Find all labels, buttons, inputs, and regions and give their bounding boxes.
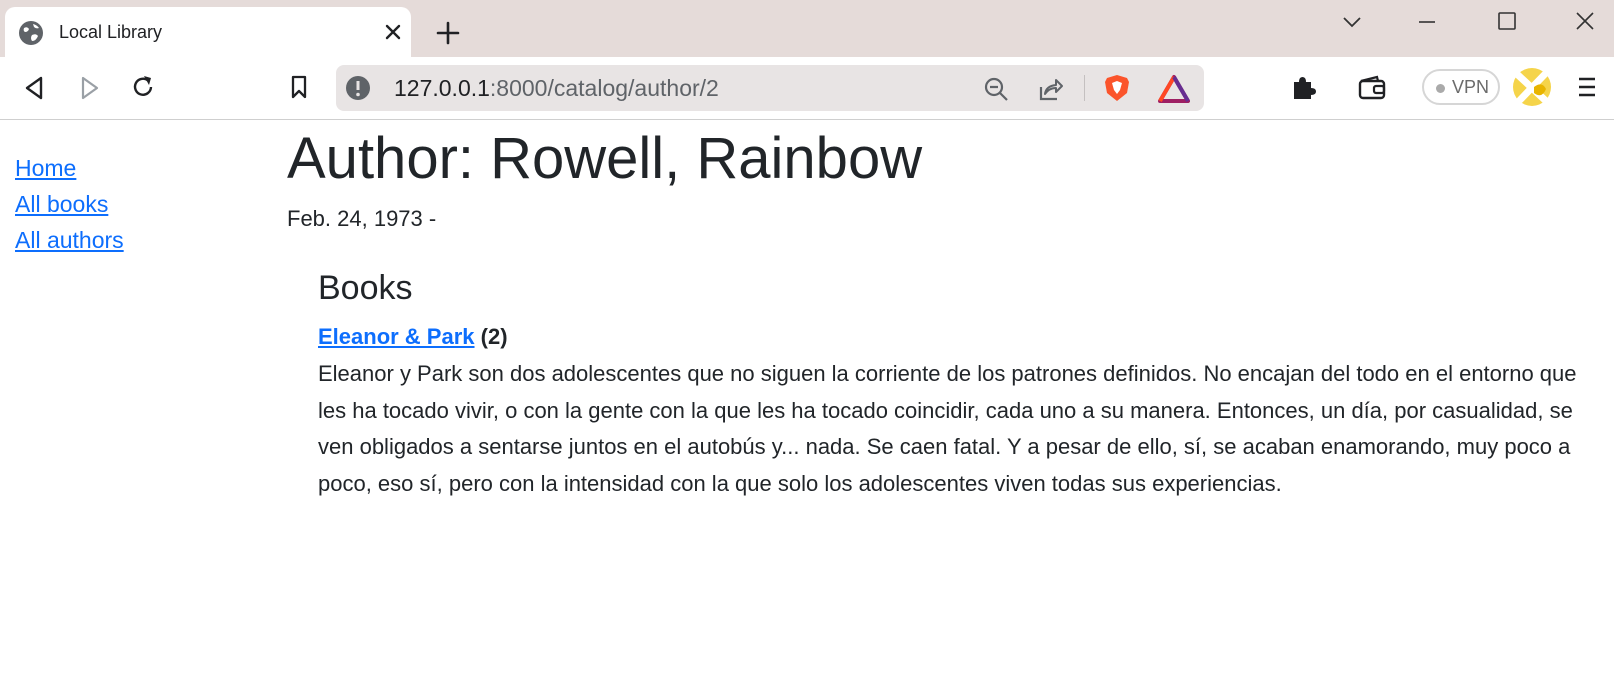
url-text[interactable]: 127.0.0.1:8000/catalog/author/2: [394, 75, 719, 101]
vpn-status-dot: [1436, 84, 1445, 93]
brave-shield-icon[interactable]: [1102, 73, 1132, 103]
book-summary: Eleanor y Park son dos adolescentes que …: [318, 361, 1577, 496]
close-window-icon[interactable]: [1571, 8, 1599, 36]
menu-icon[interactable]: [1573, 73, 1601, 101]
wallet-icon[interactable]: [1357, 73, 1387, 101]
minimize-icon[interactable]: [1413, 8, 1441, 36]
browser-titlebar: Local Library: [0, 0, 1614, 57]
page-title: Author: Rowell, Rainbow: [287, 126, 923, 191]
books-section: Books Eleanor & Park (2) Eleanor y Park …: [318, 268, 1614, 502]
address-bar[interactable]: 127.0.0.1:8000/catalog/author/2: [336, 65, 1204, 111]
info-icon[interactable]: [344, 74, 372, 102]
url-host: 127.0.0.1: [394, 75, 490, 101]
plus-icon[interactable]: [433, 18, 463, 48]
rewards-icon[interactable]: [1158, 74, 1190, 104]
browser-tab[interactable]: Local Library: [5, 7, 411, 57]
divider: [1084, 75, 1085, 101]
author-dates: Feb. 24, 1973 -: [287, 206, 437, 231]
reload-icon[interactable]: [129, 73, 157, 101]
book-title-link[interactable]: Eleanor & Park: [318, 324, 475, 349]
book-copies-count: (2): [480, 324, 508, 349]
page-content: Home All books All authors Author: Rowel…: [0, 120, 1614, 673]
bookmark-icon[interactable]: [285, 73, 313, 101]
sidebar-link-all-authors[interactable]: All authors: [15, 222, 124, 258]
zoom-out-icon[interactable]: [982, 75, 1010, 103]
maximize-icon[interactable]: [1493, 8, 1521, 36]
books-heading: Books: [318, 269, 413, 307]
sidebar-link-all-books[interactable]: All books: [15, 186, 124, 222]
sidebar-link-home[interactable]: Home: [15, 150, 124, 186]
close-icon[interactable]: [381, 20, 405, 44]
book-entry: Eleanor & Park (2): [318, 322, 1614, 352]
extensions-icon[interactable]: [1289, 73, 1317, 101]
url-path: :8000/catalog/author/2: [489, 75, 719, 101]
vpn-label: VPN: [1452, 77, 1490, 97]
back-icon[interactable]: [21, 74, 49, 102]
browser-toolbar: 127.0.0.1:8000/catalog/author/2 VPN: [0, 57, 1614, 120]
share-icon[interactable]: [1036, 75, 1064, 103]
profile-icon[interactable]: [1512, 67, 1552, 107]
forward-icon[interactable]: [75, 74, 103, 102]
globe-icon: [19, 21, 43, 45]
chevron-down-icon[interactable]: [1338, 8, 1366, 36]
vpn-button[interactable]: VPN: [1422, 69, 1500, 105]
tab-title: Local Library: [59, 22, 163, 42]
sidebar-nav: Home All books All authors: [15, 150, 124, 258]
